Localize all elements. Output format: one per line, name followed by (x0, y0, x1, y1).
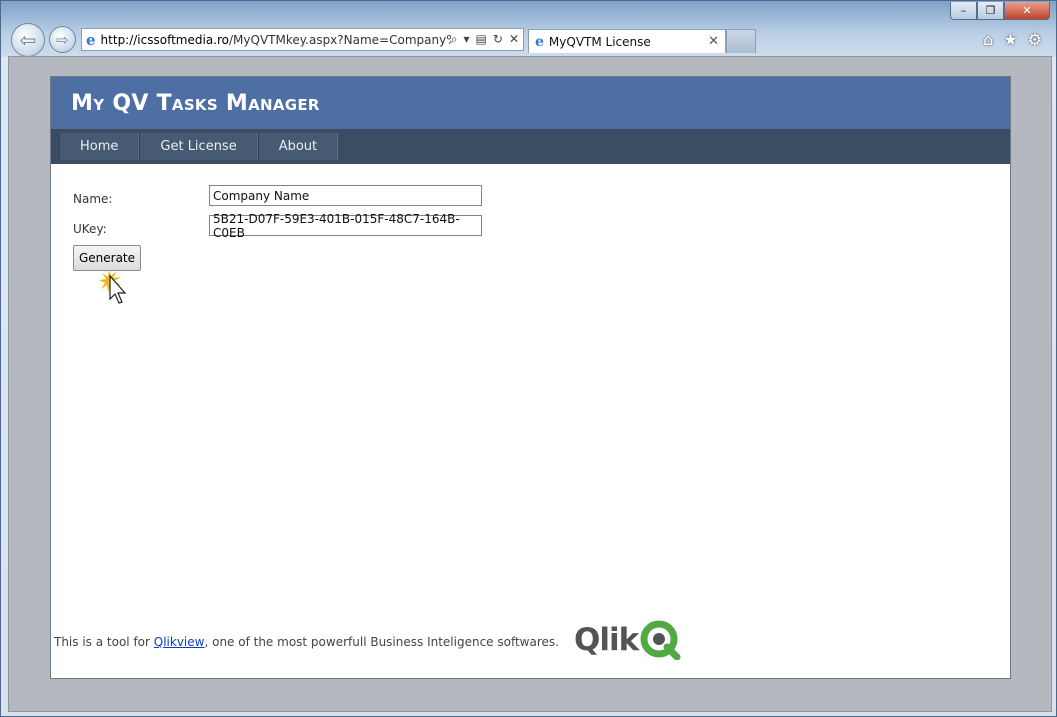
nav-item-home[interactable]: Home (59, 133, 140, 160)
name-input[interactable]: Company Name (209, 185, 482, 206)
address-bar[interactable]: e http://icssoftmedia.ro/MyQVTMkey.aspx?… (81, 28, 524, 51)
close-button[interactable]: ✕ (1004, 2, 1050, 20)
back-button[interactable]: ⇦ (11, 23, 45, 57)
nav-item-get-license[interactable]: Get License (139, 133, 258, 160)
tab-ie-icon: e (535, 33, 544, 50)
refresh-icon[interactable]: ↻ (493, 32, 503, 47)
ie-icon: e (86, 30, 96, 49)
qlik-logo: Qlik (574, 620, 682, 660)
web-page: My QV Tasks Manager Home Get License Abo… (50, 76, 1011, 679)
home-icon[interactable]: ⌂ (983, 30, 993, 49)
dropdown-icon[interactable]: ▾ (464, 32, 470, 47)
ukey-input[interactable]: 5B21-D07F-59E3-401B-015F-48C7-164B-C0EB (209, 212, 482, 240)
url-path: /MyQVTMkey.aspx?Name=Company%2( (229, 32, 451, 47)
site-title: My QV Tasks Manager (71, 90, 320, 116)
browser-toolbar-icons: ⌂ ★ ⚙ (983, 30, 1042, 49)
back-arrow-icon: ⇦ (19, 28, 37, 52)
name-label: Name: (73, 191, 113, 206)
favorites-star-icon[interactable]: ★ (1003, 30, 1017, 49)
tab-title: MyQVTM License (548, 34, 651, 49)
stop-icon[interactable]: ✕ (509, 32, 519, 47)
address-bar-icons: ⌕ ▾ ▤ ↻ ✕ (451, 32, 523, 47)
window-controls: – ❐ ✕ (950, 2, 1050, 20)
url-text[interactable]: http://icssoftmedia.ro/MyQVTMkey.aspx?Na… (101, 33, 451, 47)
nav-item-about[interactable]: About (257, 133, 339, 160)
compatibility-icon[interactable]: ▤ (476, 32, 487, 47)
cursor-click-icon (99, 269, 127, 304)
settings-gear-icon[interactable]: ⚙ (1028, 30, 1042, 49)
new-tab-button[interactable] (726, 29, 756, 53)
qlik-q-icon (640, 620, 681, 660)
forward-arrow-icon: ⇨ (56, 30, 69, 49)
minimize-button[interactable]: – (950, 2, 977, 20)
browser-window: – ❐ ✕ ⇦ ⇨ e http://icssoftmedia.ro/MyQVT… (0, 0, 1057, 717)
content-viewport: My QV Tasks Manager Home Get License Abo… (8, 56, 1052, 712)
qlik-logo-text: Qlik (574, 622, 639, 658)
search-icon[interactable]: ⌕ (451, 32, 458, 47)
footer-suffix: , one of the most powerfull Business Int… (204, 635, 559, 649)
maximize-button[interactable]: ❐ (977, 2, 1004, 20)
footer-prefix: This is a tool for (54, 635, 154, 649)
browser-tab[interactable]: e MyQVTM License ✕ (528, 29, 726, 53)
name-row: Name: Company Name (73, 185, 482, 206)
tab-close-icon[interactable]: ✕ (708, 34, 719, 49)
site-header: My QV Tasks Manager (51, 77, 1010, 129)
qlikview-link[interactable]: Qlikview (154, 635, 205, 649)
footer-text: This is a tool for Qlikview, one of the … (54, 635, 559, 649)
forward-button[interactable]: ⇨ (49, 26, 76, 53)
ukey-label: UKey: (73, 221, 107, 236)
nav-bar: Home Get License About (51, 129, 1010, 164)
ukey-row: UKey: 5B21-D07F-59E3-401B-015F-48C7-164B… (73, 212, 482, 240)
url-host: http://icssoftmedia.ro (100, 32, 230, 47)
